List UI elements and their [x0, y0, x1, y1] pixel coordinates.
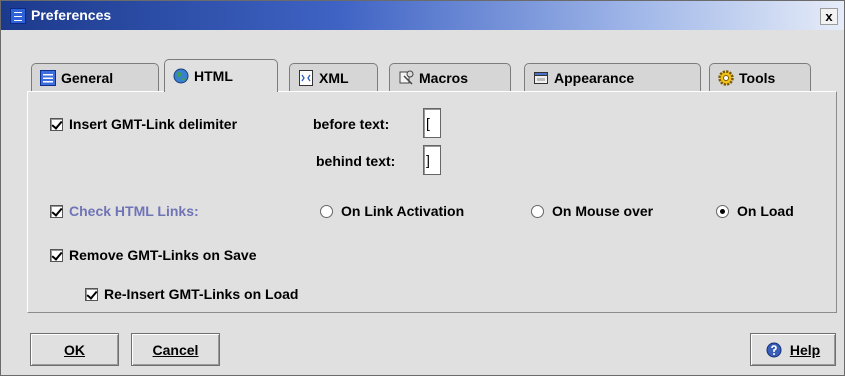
before-text-label: before text:	[313, 116, 390, 132]
remove-links-checkbox[interactable]	[50, 248, 63, 262]
close-icon: x	[825, 9, 833, 24]
radio-button-selected[interactable]	[716, 204, 729, 218]
radio-button[interactable]	[320, 204, 333, 218]
tab-general[interactable]: General	[31, 63, 159, 91]
remove-links-row: Remove GMT-Links on Save	[50, 247, 257, 263]
list-icon	[40, 69, 56, 86]
window-title: Preferences	[31, 7, 112, 23]
html-settings-panel: Insert GMT-Link delimiter before text: […	[27, 91, 837, 313]
reinsert-links-checkbox[interactable]	[85, 287, 98, 301]
tab-macros-label: Macros	[419, 69, 469, 86]
help-button-label: Help	[789, 341, 821, 358]
tab-appearance-label: Appearance	[554, 69, 635, 86]
radio-on-link-activation-label: On Link Activation	[341, 203, 465, 219]
reinsert-links-label: Re-Insert GMT-Links on Load	[104, 286, 299, 302]
radio-on-mouse-over[interactable]: On Mouse over	[531, 203, 653, 219]
insert-delimiter-checkbox[interactable]	[50, 117, 63, 131]
behind-text-field[interactable]: ]	[423, 145, 441, 175]
preferences-window-icon	[10, 8, 26, 24]
radio-on-mouse-over-label: On Mouse over	[552, 203, 654, 219]
tab-tools[interactable]: Tools	[709, 63, 811, 91]
gear-icon	[718, 69, 734, 86]
ok-button[interactable]: OK	[30, 333, 119, 366]
macro-icon	[398, 70, 414, 86]
check-links-label: Check HTML Links:	[69, 203, 199, 219]
help-icon	[766, 342, 782, 358]
tab-xml-label: XML	[319, 69, 349, 86]
close-button[interactable]: x	[820, 8, 838, 25]
tab-html[interactable]: HTML	[164, 59, 278, 92]
radio-on-load-label: On Load	[737, 203, 794, 219]
appearance-icon	[533, 70, 549, 86]
tab-xml[interactable]: XML	[289, 63, 378, 91]
help-button[interactable]: Help	[750, 333, 836, 366]
radio-on-link-activation[interactable]: On Link Activation	[320, 203, 464, 219]
reinsert-links-row: Re-Insert GMT-Links on Load	[85, 286, 298, 302]
behind-text-label: behind text:	[316, 153, 396, 169]
ok-button-label: OK	[64, 341, 85, 358]
radio-on-load[interactable]: On Load	[716, 203, 794, 219]
insert-delimiter-label: Insert GMT-Link delimiter	[69, 116, 238, 132]
tab-tools-label: Tools	[739, 69, 776, 86]
radio-button[interactable]	[531, 204, 544, 218]
xml-document-icon	[298, 69, 314, 86]
tab-macros[interactable]: Macros	[389, 63, 511, 91]
insert-delimiter-row: Insert GMT-Link delimiter	[50, 116, 237, 132]
preferences-window: Preferences x General HTML XML Macros Ap…	[0, 0, 845, 376]
remove-links-label: Remove GMT-Links on Save	[69, 247, 257, 263]
before-text-field[interactable]: [	[423, 108, 441, 138]
title-bar[interactable]: Preferences x	[1, 1, 844, 30]
check-links-checkbox[interactable]	[50, 204, 63, 218]
cancel-button-label: Cancel	[152, 341, 199, 358]
tab-appearance[interactable]: Appearance	[524, 63, 701, 91]
cancel-button[interactable]: Cancel	[131, 333, 220, 366]
check-links-row: Check HTML Links:	[50, 203, 199, 219]
tab-general-label: General	[61, 69, 114, 86]
tab-html-label: HTML	[194, 68, 233, 84]
globe-icon	[173, 68, 189, 84]
